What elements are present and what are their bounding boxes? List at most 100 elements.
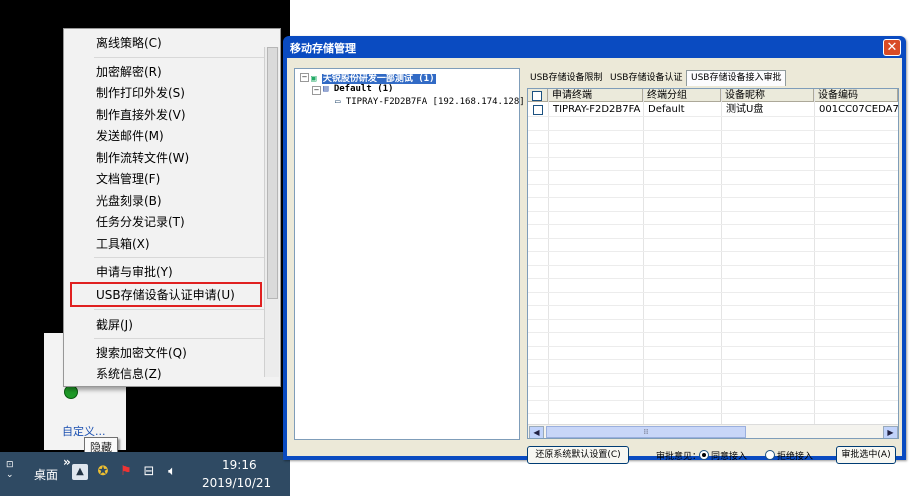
menu-item-direct-outgoing[interactable]: 制作直接外发(V) (96, 107, 186, 123)
scroll-left-icon[interactable]: ◀ (529, 426, 544, 438)
tree-collapse-icon[interactable]: − (300, 73, 309, 82)
menu-scrollbar[interactable] (264, 47, 279, 377)
row-line (528, 278, 898, 279)
column-header-code[interactable]: 设备编码 (814, 89, 898, 102)
bottom-bar: 还原系统默认设置(C) 审批意见： 同意接入 拒绝接入 审批选中(A) (527, 444, 899, 466)
menu-item-disc-burning[interactable]: 光盘刻录(B) (96, 193, 162, 209)
menu-separator (94, 257, 272, 258)
tree-node-device[interactable]: ▭ TIPRAY-F2D2B7FA [192.168.174.128] (335, 97, 525, 107)
network-icon[interactable]: ⊟ (141, 464, 157, 480)
mobile-storage-window: 移动存储管理 ✕ − ▣ 天锐股份研发一部测试 (1) − ▤ Default … (283, 36, 906, 464)
menu-item-toolbox[interactable]: 工具箱(X) (96, 236, 150, 252)
tree-node-root[interactable]: ▣ 天锐股份研发一部测试 (1) (311, 71, 436, 84)
menu-item-offline-policy[interactable]: 离线策略(C) (96, 35, 162, 51)
desktop-toolbar-label[interactable]: 桌面 (34, 466, 58, 483)
restore-default-button[interactable]: 还原系统默认设置(C) (527, 446, 629, 464)
menu-item-apply-approve[interactable]: 申请与审批(Y) (96, 264, 173, 280)
close-button[interactable]: ✕ (883, 39, 901, 56)
row-line (528, 224, 898, 225)
row-line (528, 251, 898, 252)
menu-item-send-mail[interactable]: 发送邮件(M) (96, 128, 164, 144)
radio-on-icon[interactable] (699, 450, 709, 460)
opinion-label: 审批意见： (656, 452, 702, 462)
row-line (528, 210, 898, 212)
menu-item-search-encrypted[interactable]: 搜索加密文件(Q) (96, 345, 187, 361)
show-hidden-icons-icon[interactable]: ▲ (72, 464, 88, 480)
tree-root-label: 天锐股份研发一部测试 (1) (321, 74, 436, 84)
taskbar: ⊡ ⌄ 桌面 » ▲ ✪ ⚑ ⊟ 🔈︎ 19:16 2019/10/21 (0, 452, 290, 496)
row-line (528, 116, 898, 117)
scroll-right-icon[interactable]: ▶ (883, 426, 898, 438)
window-title: 移动存储管理 (290, 42, 356, 55)
row-line (528, 318, 898, 320)
row-line (528, 237, 898, 239)
menu-item-encrypt-decrypt[interactable]: 加密解密(R) (96, 64, 162, 80)
row-line (528, 264, 898, 266)
radio-off-icon[interactable] (765, 450, 775, 460)
context-menu: 离线策略(C) 加密解密(R) 制作打印外发(S) 制作直接外发(V) 发送邮件… (63, 28, 281, 387)
row-line (528, 413, 898, 414)
row-line (528, 170, 898, 171)
approve-radio[interactable]: 同意接入 (699, 449, 747, 462)
column-divider (548, 89, 644, 424)
menu-item-screenshot[interactable]: 截屏(J) (96, 317, 133, 333)
horizontal-scrollbar[interactable]: ◀ ⁞⁞ ▶ (528, 424, 898, 438)
highlight-box (70, 282, 262, 307)
menu-separator (94, 309, 272, 310)
row-line (528, 305, 898, 306)
system-tray: ▲ ✪ ⚑ ⊟ 🔈︎ (72, 464, 180, 480)
volume-icon[interactable]: 🔈︎ (164, 464, 180, 480)
window-titlebar[interactable]: 移动存储管理 ✕ (283, 36, 906, 58)
row-line (528, 291, 898, 293)
column-divider (721, 89, 815, 424)
menu-scroll-thumb[interactable] (267, 47, 278, 299)
cell-nickname: 测试U盘 (726, 104, 764, 115)
cell-group: Default (648, 104, 685, 115)
group-icon: ▤ (323, 84, 329, 94)
desktop-area: 自定义... 隐藏 ⊡ ⌄ 桌面 » ▲ ✪ ⚑ ⊟ 🔈︎ 19:16 2019/… (0, 0, 290, 496)
menu-separator (94, 338, 272, 339)
menu-item-document-management[interactable]: 文档管理(F) (96, 171, 160, 187)
tab-usb-restriction[interactable]: USB存储设备限制 (526, 71, 606, 85)
computer-icon: ▭ (335, 97, 341, 107)
tree-group-label: Default (1) (333, 84, 394, 94)
security-agent-icon[interactable]: ✪ (95, 464, 111, 480)
approve-selected-button[interactable]: 审批选中(A) (836, 446, 896, 464)
flag-icon[interactable]: ⚑ (118, 464, 134, 480)
reject-radio[interactable]: 拒绝接入 (765, 449, 813, 462)
taskbar-grip-icon[interactable]: ⊡ ⌄ (6, 460, 14, 480)
green-status-icon[interactable] (64, 385, 78, 399)
window-client: − ▣ 天锐股份研发一部测试 (1) − ▤ Default (1) ▭ TIP… (287, 58, 902, 464)
tree-collapse-icon[interactable]: − (312, 86, 321, 95)
row-line (528, 183, 898, 185)
row-line (528, 399, 898, 401)
tree-node-group[interactable]: ▤ Default (1) (323, 84, 393, 94)
tree-device-label: TIPRAY-F2D2B7FA [192.168.174.128] (345, 97, 525, 107)
clock-time[interactable]: 19:16 (222, 458, 257, 472)
menu-item-flow-file[interactable]: 制作流转文件(W) (96, 150, 189, 166)
scroll-thumb[interactable]: ⁞⁞ (546, 426, 746, 438)
organization-icon: ▣ (311, 74, 317, 84)
row-checkbox[interactable] (533, 105, 543, 115)
row-line (528, 332, 898, 333)
row-line (528, 143, 898, 144)
toolbar-expand-icon[interactable]: » (63, 455, 71, 469)
menu-separator (94, 57, 272, 58)
row-line (528, 197, 898, 198)
column-divider (643, 89, 722, 424)
cell-terminal: TIPRAY-F2D2B7FA (553, 104, 641, 115)
tab-usb-auth[interactable]: USB存储设备认证 (606, 71, 686, 85)
menu-item-task-records[interactable]: 任务分发记录(T) (96, 214, 185, 230)
column-divider (528, 89, 549, 424)
approval-table: 申请终端 终端分组 设备昵称 设备编码 TIPRAY-F2D2B7FA Defa… (527, 88, 899, 439)
row-line (528, 359, 898, 360)
row-line (528, 345, 898, 347)
approve-radio-label: 同意接入 (711, 452, 748, 462)
reject-radio-label: 拒绝接入 (777, 452, 814, 462)
clock-date[interactable]: 2019/10/21 (202, 476, 271, 490)
cell-code: 001CC07CEDA7. (819, 104, 899, 115)
menu-item-print-outgoing[interactable]: 制作打印外发(S) (96, 85, 185, 101)
menu-item-system-info[interactable]: 系统信息(Z) (96, 366, 162, 382)
row-line (528, 372, 898, 374)
tab-usb-access-approval[interactable]: USB存储设备接入审批 (686, 70, 787, 86)
